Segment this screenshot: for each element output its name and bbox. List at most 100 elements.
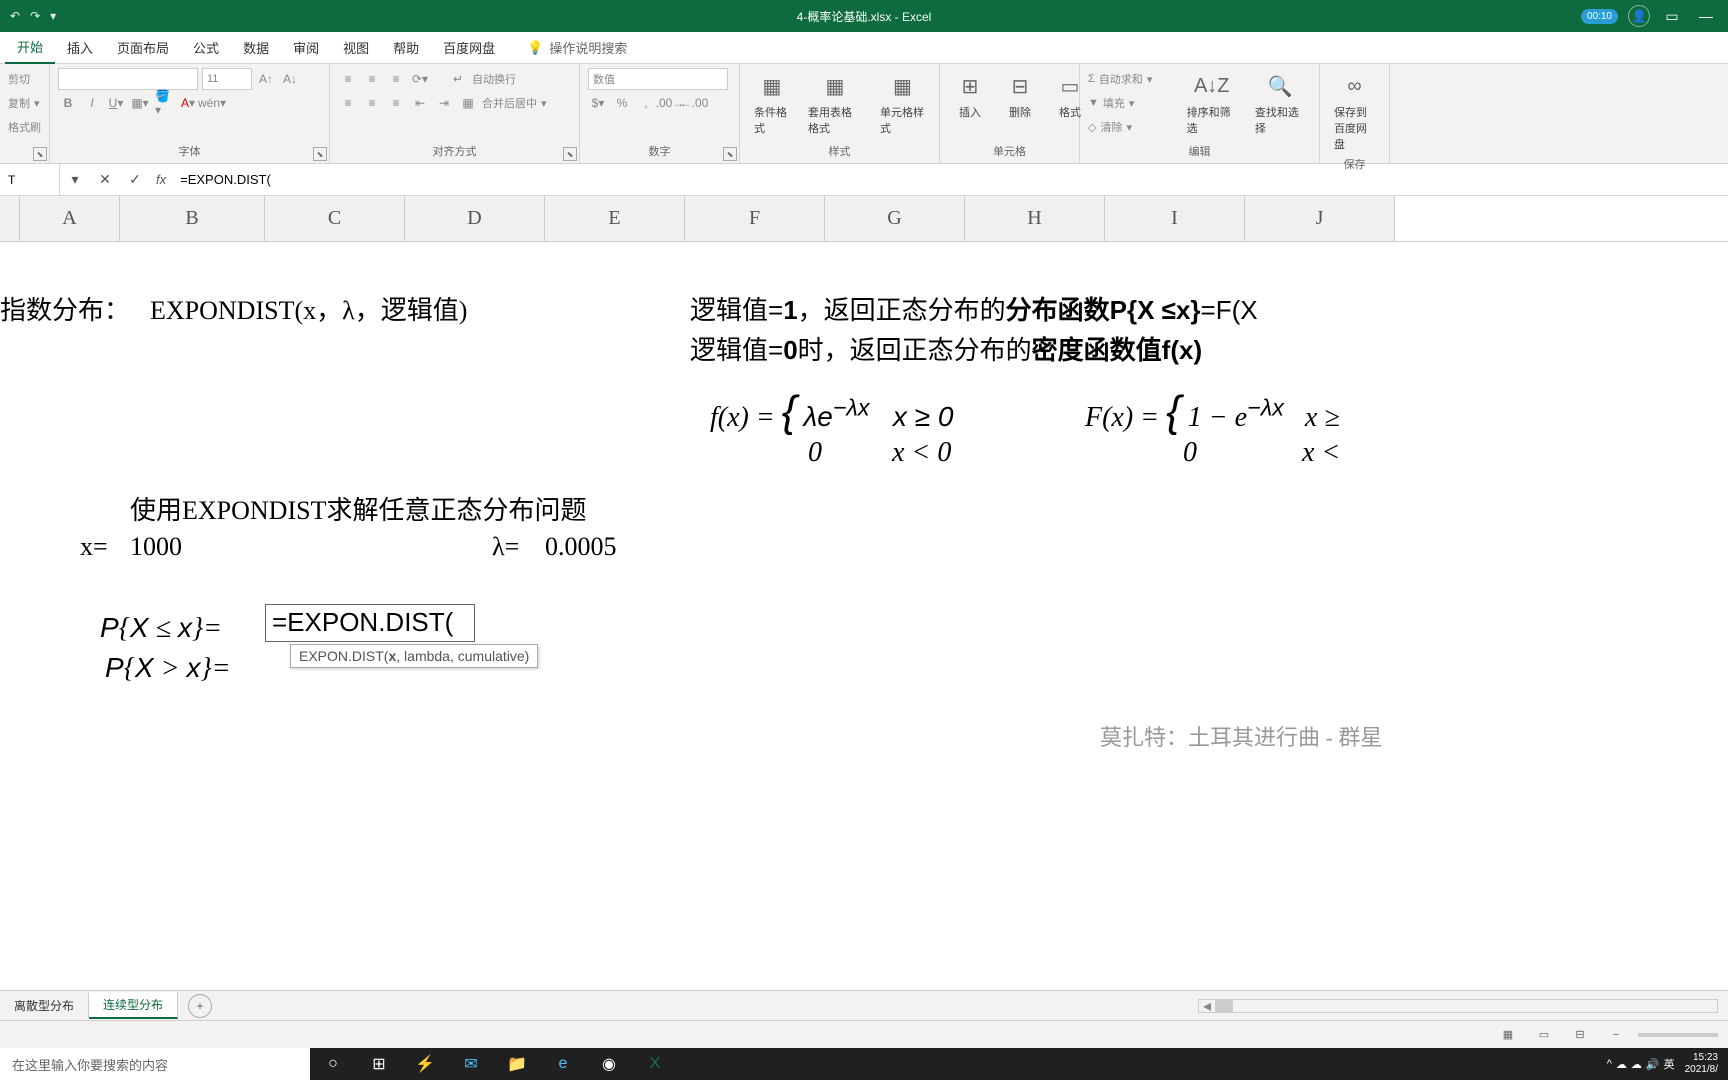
conditional-format-button[interactable]: ▦条件格式 (748, 68, 796, 138)
italic-icon[interactable]: I (82, 93, 102, 113)
sort-filter-button[interactable]: A↓Z排序和筛选 (1181, 68, 1243, 138)
fx-icon[interactable]: fx (150, 172, 172, 187)
namebox-dropdown-icon[interactable]: ▾ (60, 171, 90, 188)
undo-icon[interactable]: ↶ (10, 9, 20, 23)
ime-indicator[interactable]: 英 (1664, 1056, 1675, 1072)
zoom-slider[interactable] (1638, 1033, 1718, 1037)
name-box[interactable]: T (0, 164, 60, 195)
tab-formulas[interactable]: 公式 (181, 32, 231, 63)
fill-color-icon[interactable]: 🪣▾ (154, 93, 174, 113)
number-launcher-icon[interactable]: ⬊ (723, 147, 737, 161)
tab-review[interactable]: 审阅 (281, 32, 331, 63)
col-header-f[interactable]: F (685, 196, 825, 241)
copy-button[interactable]: 复制▾ (8, 92, 41, 114)
comma-icon[interactable]: , (636, 93, 656, 113)
grid-area[interactable]: 指数分布： EXPONDIST(x，λ，逻辑值) 逻辑值=1，返回正态分布的分布… (0, 242, 1728, 762)
clipboard-launcher-icon[interactable]: ⬊ (33, 147, 47, 161)
phonetic-icon[interactable]: wén▾ (202, 93, 222, 113)
align-top-icon[interactable]: ≡ (338, 69, 358, 89)
explorer-icon[interactable]: 📁 (494, 1048, 540, 1080)
align-right-icon[interactable]: ≡ (386, 93, 406, 113)
sheet-tab-discrete[interactable]: 离散型分布 (0, 993, 89, 1018)
col-header-g[interactable]: G (825, 196, 965, 241)
page-break-icon[interactable]: ⊟ (1566, 1025, 1594, 1045)
chrome-icon[interactable]: ◉ (586, 1048, 632, 1080)
formula-tooltip[interactable]: EXPON.DIST(x, lambda, cumulative) (290, 644, 538, 668)
wrap-text-icon[interactable]: ↵ (448, 69, 468, 89)
decrease-decimal-icon[interactable]: ←.00 (684, 93, 704, 113)
number-format-select[interactable]: 数值 (588, 68, 728, 90)
active-edit-cell[interactable]: =EXPON.DIST( (265, 604, 475, 642)
tab-data[interactable]: 数据 (231, 32, 281, 63)
normal-view-icon[interactable]: ▦ (1494, 1025, 1522, 1045)
tab-home[interactable]: 开始 (5, 31, 55, 64)
horizontal-scrollbar[interactable]: ◂ (1198, 999, 1718, 1013)
new-sheet-button[interactable]: + (188, 994, 212, 1018)
align-middle-icon[interactable]: ≡ (362, 69, 382, 89)
col-header-e[interactable]: E (545, 196, 685, 241)
zoom-out-icon[interactable]: − (1602, 1025, 1630, 1045)
weather-icon[interactable]: ☁ (1631, 1058, 1642, 1071)
format-painter-button[interactable]: 格式刷 (8, 116, 41, 138)
merge-icon[interactable]: ▦ (458, 93, 478, 113)
task-view-icon[interactable]: ⊞ (356, 1048, 402, 1080)
col-header-h[interactable]: H (965, 196, 1105, 241)
tab-baidu[interactable]: 百度网盘 (431, 32, 507, 63)
tab-insert[interactable]: 插入 (55, 32, 105, 63)
autosum-button[interactable]: Σ 自动求和▾ (1088, 68, 1175, 90)
indent-increase-icon[interactable]: ⇥ (434, 93, 454, 113)
mail-icon[interactable]: ✉ (448, 1048, 494, 1080)
orientation-icon[interactable]: ⟳▾ (410, 69, 430, 89)
tab-help[interactable]: 帮助 (381, 32, 431, 63)
align-center-icon[interactable]: ≡ (362, 93, 382, 113)
volume-icon[interactable]: 🔊 (1646, 1058, 1660, 1071)
increase-font-icon[interactable]: A↑ (256, 69, 276, 89)
col-header-j[interactable]: J (1245, 196, 1395, 241)
excel-icon[interactable]: X (632, 1048, 678, 1080)
percent-icon[interactable]: % (612, 93, 632, 113)
tab-layout[interactable]: 页面布局 (105, 32, 181, 63)
cell-styles-button[interactable]: ▦单元格样式 (874, 68, 931, 138)
taskbar-search[interactable]: 在这里输入你要搜索的内容 (0, 1048, 310, 1080)
qat-dropdown-icon[interactable]: ▾ (50, 9, 56, 23)
indent-decrease-icon[interactable]: ⇤ (410, 93, 430, 113)
ribbon-options-icon[interactable]: ▭ (1660, 4, 1684, 28)
table-format-button[interactable]: ▦套用表格格式 (802, 68, 868, 138)
formula-input[interactable] (172, 172, 1728, 187)
fill-button[interactable]: ▼ 填充▾ (1088, 92, 1175, 114)
enter-formula-icon[interactable]: ✓ (120, 171, 150, 188)
col-header-b[interactable]: B (120, 196, 265, 241)
minimize-icon[interactable]: — (1694, 4, 1718, 28)
cut-button[interactable]: 剪切 (8, 68, 41, 90)
cancel-formula-icon[interactable]: ✕ (90, 171, 120, 188)
tab-view[interactable]: 视图 (331, 32, 381, 63)
delete-cells-button[interactable]: ⊟删除 (998, 68, 1042, 122)
bold-icon[interactable]: B (58, 93, 78, 113)
onedrive-icon[interactable]: ☁ (1616, 1058, 1627, 1071)
underline-icon[interactable]: U▾ (106, 93, 126, 113)
clear-button[interactable]: ◇ 清除▾ (1088, 116, 1175, 138)
page-layout-icon[interactable]: ▭ (1530, 1025, 1558, 1045)
font-family-select[interactable] (58, 68, 198, 90)
align-launcher-icon[interactable]: ⬊ (563, 147, 577, 161)
col-header-i[interactable]: I (1105, 196, 1245, 241)
align-left-icon[interactable]: ≡ (338, 93, 358, 113)
col-header-a[interactable]: A (20, 196, 120, 241)
select-all-corner[interactable] (0, 196, 20, 241)
sheet-tab-continuous[interactable]: 连续型分布 (89, 992, 178, 1019)
font-launcher-icon[interactable]: ⬊ (313, 147, 327, 161)
cortana-icon[interactable]: ○ (310, 1048, 356, 1080)
edge-icon[interactable]: e (540, 1048, 586, 1080)
redo-icon[interactable]: ↷ (30, 9, 40, 23)
font-color-icon[interactable]: A▾ (178, 93, 198, 113)
border-icon[interactable]: ▦▾ (130, 93, 150, 113)
increase-decimal-icon[interactable]: .00→ (660, 93, 680, 113)
tell-me[interactable]: 💡 操作说明搜索 (527, 38, 627, 57)
insert-cells-button[interactable]: ⊞插入 (948, 68, 992, 122)
currency-icon[interactable]: $▾ (588, 93, 608, 113)
font-size-select[interactable]: 11 (202, 68, 252, 90)
col-header-c[interactable]: C (265, 196, 405, 241)
tray-chevron-icon[interactable]: ^ (1607, 1058, 1612, 1070)
account-icon[interactable]: 👤 (1628, 5, 1650, 27)
app-icon-1[interactable]: ⚡ (402, 1048, 448, 1080)
